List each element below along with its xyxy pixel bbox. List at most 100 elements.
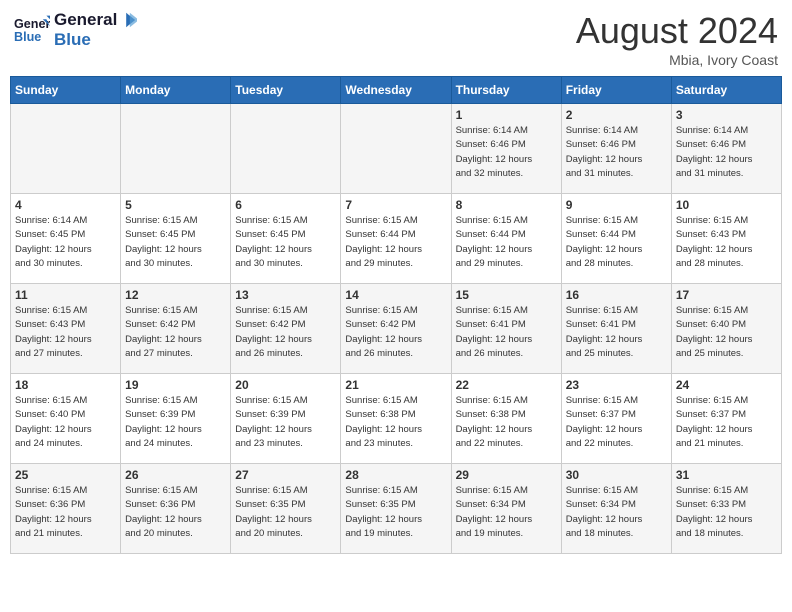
calendar-cell-3-7: 17 Sunrise: 6:15 AM Sunset: 6:40 PM Dayli… bbox=[671, 284, 781, 374]
day-info: Sunrise: 6:14 AM Sunset: 6:45 PM Dayligh… bbox=[15, 214, 116, 271]
day-info: Sunrise: 6:15 AM Sunset: 6:34 PM Dayligh… bbox=[456, 484, 557, 541]
header: General Blue General Blue August 2024 Mb… bbox=[10, 10, 782, 68]
calendar-cell-1-2 bbox=[121, 104, 231, 194]
day-number: 1 bbox=[456, 108, 557, 122]
logo-triangle-icon bbox=[119, 11, 137, 29]
day-header-tuesday: Tuesday bbox=[231, 77, 341, 104]
calendar-cell-4-5: 22Sunrise: 6:15 AM Sunset: 6:38 PM Dayli… bbox=[451, 374, 561, 464]
calendar-cell-1-5: 1 Sunrise: 6:14 AM Sunset: 6:46 PM Daylig… bbox=[451, 104, 561, 194]
calendar-cell-3-5: 15Sunrise: 6:15 AM Sunset: 6:41 PM Dayli… bbox=[451, 284, 561, 374]
day-info: Sunrise: 6:14 AM Sunset: 6:46 PM Dayligh… bbox=[456, 124, 557, 181]
day-number: 16 bbox=[566, 288, 667, 302]
calendar-cell-2-3: 6Sunrise: 6:15 AM Sunset: 6:45 PM Daylig… bbox=[231, 194, 341, 284]
calendar-cell-2-5: 8Sunrise: 6:15 AM Sunset: 6:44 PM Daylig… bbox=[451, 194, 561, 284]
day-header-friday: Friday bbox=[561, 77, 671, 104]
calendar-cell-3-6: 16 Sunrise: 6:15 AM Sunset: 6:41 PM Dayli… bbox=[561, 284, 671, 374]
svg-text:Blue: Blue bbox=[14, 30, 41, 44]
calendar-cell-4-2: 19 Sunrise: 6:15 AM Sunset: 6:39 PM Dayli… bbox=[121, 374, 231, 464]
day-info: Sunrise: 6:15 AM Sunset: 6:45 PM Dayligh… bbox=[125, 214, 226, 271]
day-number: 15 bbox=[456, 288, 557, 302]
calendar-table: SundayMondayTuesdayWednesdayThursdayFrid… bbox=[10, 76, 782, 554]
day-number: 7 bbox=[345, 198, 446, 212]
calendar-cell-5-1: 25 Sunrise: 6:15 AM Sunset: 6:36 PM Dayli… bbox=[11, 464, 121, 554]
day-info: Sunrise: 6:15 AM Sunset: 6:43 PM Dayligh… bbox=[15, 304, 116, 361]
day-info: Sunrise: 6:15 AM Sunset: 6:38 PM Dayligh… bbox=[456, 394, 557, 451]
calendar-cell-1-6: 2Sunrise: 6:14 AM Sunset: 6:46 PM Daylig… bbox=[561, 104, 671, 194]
day-number: 31 bbox=[676, 468, 777, 482]
day-number: 27 bbox=[235, 468, 336, 482]
calendar-cell-3-2: 12 Sunrise: 6:15 AM Sunset: 6:42 PM Dayli… bbox=[121, 284, 231, 374]
day-number: 8 bbox=[456, 198, 557, 212]
day-info: Sunrise: 6:15 AM Sunset: 6:37 PM Dayligh… bbox=[566, 394, 667, 451]
day-info: Sunrise: 6:15 AM Sunset: 6:42 PM Dayligh… bbox=[235, 304, 336, 361]
day-number: 25 bbox=[15, 468, 116, 482]
day-number: 9 bbox=[566, 198, 667, 212]
day-info: Sunrise: 6:15 AM Sunset: 6:35 PM Dayligh… bbox=[345, 484, 446, 541]
day-info: Sunrise: 6:15 AM Sunset: 6:42 PM Dayligh… bbox=[125, 304, 226, 361]
day-number: 12 bbox=[125, 288, 226, 302]
day-info: Sunrise: 6:15 AM Sunset: 6:35 PM Dayligh… bbox=[235, 484, 336, 541]
day-info: Sunrise: 6:15 AM Sunset: 6:39 PM Dayligh… bbox=[235, 394, 336, 451]
day-info: Sunrise: 6:15 AM Sunset: 6:40 PM Dayligh… bbox=[676, 304, 777, 361]
calendar-cell-2-2: 5Sunrise: 6:15 AM Sunset: 6:45 PM Daylig… bbox=[121, 194, 231, 284]
title-area: August 2024 Mbia, Ivory Coast bbox=[576, 10, 778, 68]
day-info: Sunrise: 6:15 AM Sunset: 6:42 PM Dayligh… bbox=[345, 304, 446, 361]
day-number: 13 bbox=[235, 288, 336, 302]
day-info: Sunrise: 6:15 AM Sunset: 6:33 PM Dayligh… bbox=[676, 484, 777, 541]
day-number: 29 bbox=[456, 468, 557, 482]
calendar-week-2: 4 Sunrise: 6:14 AM Sunset: 6:45 PM Daylig… bbox=[11, 194, 782, 284]
day-info: Sunrise: 6:15 AM Sunset: 6:41 PM Dayligh… bbox=[566, 304, 667, 361]
calendar-cell-2-7: 10 Sunrise: 6:15 AM Sunset: 6:43 PM Dayli… bbox=[671, 194, 781, 284]
day-number: 23 bbox=[566, 378, 667, 392]
calendar-cell-2-1: 4 Sunrise: 6:14 AM Sunset: 6:45 PM Daylig… bbox=[11, 194, 121, 284]
day-number: 17 bbox=[676, 288, 777, 302]
day-header-saturday: Saturday bbox=[671, 77, 781, 104]
calendar-cell-5-6: 30 Sunrise: 6:15 AM Sunset: 6:34 PM Dayli… bbox=[561, 464, 671, 554]
day-info: Sunrise: 6:15 AM Sunset: 6:37 PM Dayligh… bbox=[676, 394, 777, 451]
day-header-thursday: Thursday bbox=[451, 77, 561, 104]
calendar-cell-4-6: 23 Sunrise: 6:15 AM Sunset: 6:37 PM Dayli… bbox=[561, 374, 671, 464]
calendar-cell-5-4: 28 Sunrise: 6:15 AM Sunset: 6:35 PM Dayli… bbox=[341, 464, 451, 554]
calendar-cell-2-6: 9 Sunrise: 6:15 AM Sunset: 6:44 PM Daylig… bbox=[561, 194, 671, 284]
day-number: 19 bbox=[125, 378, 226, 392]
calendar-cell-2-4: 7Sunrise: 6:15 AM Sunset: 6:44 PM Daylig… bbox=[341, 194, 451, 284]
day-number: 18 bbox=[15, 378, 116, 392]
day-info: Sunrise: 6:15 AM Sunset: 6:39 PM Dayligh… bbox=[125, 394, 226, 451]
day-number: 20 bbox=[235, 378, 336, 392]
day-number: 4 bbox=[15, 198, 116, 212]
day-header-sunday: Sunday bbox=[11, 77, 121, 104]
calendar-cell-3-4: 14Sunrise: 6:15 AM Sunset: 6:42 PM Dayli… bbox=[341, 284, 451, 374]
calendar-week-1: 1 Sunrise: 6:14 AM Sunset: 6:46 PM Daylig… bbox=[11, 104, 782, 194]
month-title: August 2024 bbox=[576, 10, 778, 52]
day-number: 26 bbox=[125, 468, 226, 482]
calendar-cell-3-3: 13 Sunrise: 6:15 AM Sunset: 6:42 PM Dayli… bbox=[231, 284, 341, 374]
day-number: 21 bbox=[345, 378, 446, 392]
day-number: 30 bbox=[566, 468, 667, 482]
calendar-cell-1-4 bbox=[341, 104, 451, 194]
day-info: Sunrise: 6:15 AM Sunset: 6:44 PM Dayligh… bbox=[566, 214, 667, 271]
calendar-week-5: 25 Sunrise: 6:15 AM Sunset: 6:36 PM Dayli… bbox=[11, 464, 782, 554]
day-info: Sunrise: 6:15 AM Sunset: 6:40 PM Dayligh… bbox=[15, 394, 116, 451]
logo: General Blue General Blue bbox=[14, 10, 137, 50]
day-number: 24 bbox=[676, 378, 777, 392]
day-info: Sunrise: 6:15 AM Sunset: 6:34 PM Dayligh… bbox=[566, 484, 667, 541]
day-number: 10 bbox=[676, 198, 777, 212]
logo-general: General bbox=[54, 10, 117, 30]
logo-blue: Blue bbox=[54, 30, 137, 50]
day-info: Sunrise: 6:14 AM Sunset: 6:46 PM Dayligh… bbox=[676, 124, 777, 181]
day-number: 28 bbox=[345, 468, 446, 482]
calendar-cell-4-7: 24 Sunrise: 6:15 AM Sunset: 6:37 PM Dayli… bbox=[671, 374, 781, 464]
calendar-week-3: 11Sunrise: 6:15 AM Sunset: 6:43 PM Dayli… bbox=[11, 284, 782, 374]
calendar-cell-4-4: 21Sunrise: 6:15 AM Sunset: 6:38 PM Dayli… bbox=[341, 374, 451, 464]
calendar-cell-1-1 bbox=[11, 104, 121, 194]
day-info: Sunrise: 6:14 AM Sunset: 6:46 PM Dayligh… bbox=[566, 124, 667, 181]
logo-icon: General Blue bbox=[14, 12, 50, 48]
calendar-header-row: SundayMondayTuesdayWednesdayThursdayFrid… bbox=[11, 77, 782, 104]
calendar-cell-5-7: 31 Sunrise: 6:15 AM Sunset: 6:33 PM Dayli… bbox=[671, 464, 781, 554]
day-header-wednesday: Wednesday bbox=[341, 77, 451, 104]
day-info: Sunrise: 6:15 AM Sunset: 6:36 PM Dayligh… bbox=[15, 484, 116, 541]
day-number: 3 bbox=[676, 108, 777, 122]
day-info: Sunrise: 6:15 AM Sunset: 6:43 PM Dayligh… bbox=[676, 214, 777, 271]
day-header-monday: Monday bbox=[121, 77, 231, 104]
calendar-cell-5-3: 27 Sunrise: 6:15 AM Sunset: 6:35 PM Dayli… bbox=[231, 464, 341, 554]
